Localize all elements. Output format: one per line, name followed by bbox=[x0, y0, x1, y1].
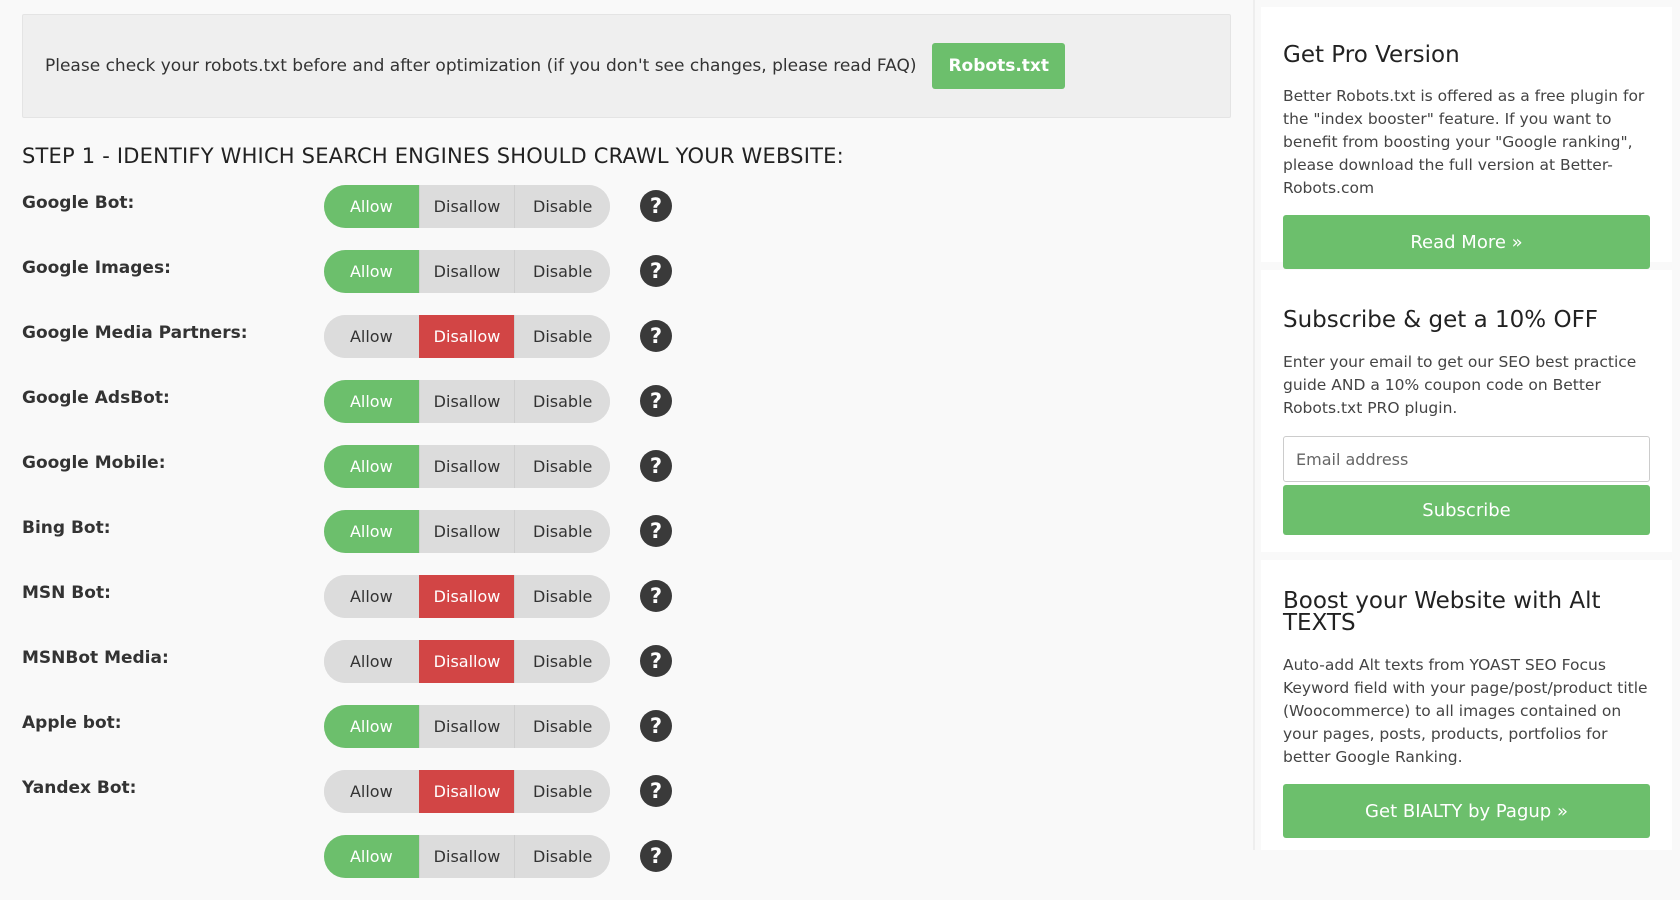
toggle-disallow-option[interactable]: Disallow bbox=[418, 640, 515, 683]
bot-row: Yandex Bot: Allow Disallow Disable? bbox=[22, 770, 1231, 835]
toggle-allow-option[interactable]: Allow bbox=[324, 185, 419, 228]
alt-texts-text: Auto-add Alt texts from YOAST SEO Focus … bbox=[1283, 656, 1648, 766]
toggle-disallow-option[interactable]: Disallow bbox=[418, 510, 515, 553]
bot-row: Allow Disallow Disable? bbox=[22, 835, 1231, 900]
main-content: Please check your robots.txt before and … bbox=[22, 14, 1231, 900]
bot-label: Bing Bot: bbox=[22, 518, 111, 538]
subscribe-button[interactable]: Subscribe bbox=[1283, 485, 1650, 535]
toggle-disable-option[interactable]: Disable bbox=[514, 445, 610, 488]
toggle-allow-option[interactable]: Allow bbox=[324, 575, 419, 618]
bot-label: Google Media Partners: bbox=[22, 323, 248, 343]
help-icon[interactable]: ? bbox=[640, 255, 672, 287]
toggle-allow-option[interactable]: Allow bbox=[324, 770, 419, 813]
bot-label: Google Images: bbox=[22, 258, 171, 278]
bot-row: Google Bot: Allow Disallow Disable? bbox=[22, 185, 1231, 250]
toggle-disallow-option[interactable]: Disallow bbox=[418, 575, 515, 618]
bot-label: Yandex Bot: bbox=[22, 778, 137, 798]
bot-label: MSNBot Media: bbox=[22, 648, 169, 668]
help-icon[interactable]: ? bbox=[640, 775, 672, 807]
bot-row: Google Media Partners: Allow Disallow Disab… bbox=[22, 315, 1231, 380]
toggle-disable-option[interactable]: Disable bbox=[514, 575, 610, 618]
toggle-disallow-option[interactable]: Disallow bbox=[418, 315, 515, 358]
email-field[interactable] bbox=[1283, 436, 1650, 482]
help-icon[interactable]: ? bbox=[640, 580, 672, 612]
bot-row: Google AdsBot: Allow Disallow Disable? bbox=[22, 380, 1231, 445]
toggle-disable-option[interactable]: Disable bbox=[514, 640, 610, 683]
toggle-allow-option[interactable]: Allow bbox=[324, 510, 419, 553]
subscribe-title: Subscribe & get a 10% OFF bbox=[1283, 307, 1599, 333]
alt-texts-title: Boost your Website with Alt TEXTS bbox=[1283, 588, 1601, 636]
pro-version-widget: Get Pro Version Better Robots.txt is off… bbox=[1261, 7, 1672, 269]
help-icon[interactable]: ? bbox=[640, 840, 672, 872]
toggle-disable-option[interactable]: Disable bbox=[514, 705, 610, 748]
bot-row: Google Images: Allow Disallow Disable? bbox=[22, 250, 1231, 315]
crawl-toggle: Allow Disallow Disable bbox=[324, 835, 610, 878]
step-1-heading: STEP 1 - IDENTIFY WHICH SEARCH ENGINES S… bbox=[22, 144, 844, 168]
pro-version-title: Get Pro Version bbox=[1283, 42, 1460, 68]
help-icon[interactable]: ? bbox=[640, 515, 672, 547]
toggle-disallow-option[interactable]: Disallow bbox=[418, 705, 515, 748]
crawl-toggle: Allow Disallow Disable bbox=[324, 250, 610, 293]
toggle-disable-option[interactable]: Disable bbox=[514, 380, 610, 423]
help-icon[interactable]: ? bbox=[640, 320, 672, 352]
crawl-toggle: Allow Disallow Disable bbox=[324, 380, 610, 423]
bot-row: MSN Bot: Allow Disallow Disable? bbox=[22, 575, 1231, 640]
crawl-toggle: Allow Disallow Disable bbox=[324, 185, 610, 228]
toggle-allow-option[interactable]: Allow bbox=[324, 640, 419, 683]
toggle-disable-option[interactable]: Disable bbox=[514, 770, 610, 813]
toggle-allow-option[interactable]: Allow bbox=[324, 380, 419, 423]
crawl-toggle: Allow Disallow Disable bbox=[324, 705, 610, 748]
toggle-allow-option[interactable]: Allow bbox=[324, 315, 419, 358]
crawl-toggle: Allow Disallow Disable bbox=[324, 510, 610, 553]
get-bialty-button[interactable]: Get BIALTY by Pagup » bbox=[1283, 784, 1650, 838]
toggle-disable-option[interactable]: Disable bbox=[514, 315, 610, 358]
crawl-toggle: Allow Disallow Disable bbox=[324, 315, 610, 358]
toggle-disallow-option[interactable]: Disallow bbox=[418, 835, 515, 878]
toggle-disallow-option[interactable]: Disallow bbox=[418, 250, 515, 293]
help-icon[interactable]: ? bbox=[640, 385, 672, 417]
bot-label: MSN Bot: bbox=[22, 583, 111, 603]
bot-row: MSNBot Media: Allow Disallow Disable? bbox=[22, 640, 1231, 705]
help-icon[interactable]: ? bbox=[640, 710, 672, 742]
toggle-allow-option[interactable]: Allow bbox=[324, 250, 419, 293]
alt-texts-widget: Boost your Website with Alt TEXTS Auto-a… bbox=[1261, 560, 1672, 850]
notice-text: Please check your robots.txt before and … bbox=[45, 56, 917, 76]
help-icon[interactable]: ? bbox=[640, 645, 672, 677]
bot-label: Google Mobile: bbox=[22, 453, 166, 473]
bot-label: Google Bot: bbox=[22, 193, 135, 213]
read-more-button[interactable]: Read More » bbox=[1283, 215, 1650, 269]
toggle-disallow-option[interactable]: Disallow bbox=[418, 445, 515, 488]
subscribe-widget: Subscribe & get a 10% OFF Enter your ema… bbox=[1261, 270, 1672, 552]
toggle-disallow-option[interactable]: Disallow bbox=[418, 185, 515, 228]
help-icon[interactable]: ? bbox=[640, 190, 672, 222]
pro-version-text: Better Robots.txt is offered as a free p… bbox=[1283, 87, 1645, 197]
bot-list: Google Bot: Allow Disallow Disable? Google I… bbox=[22, 185, 1231, 900]
crawl-toggle: Allow Disallow Disable bbox=[324, 445, 610, 488]
bot-row: Apple bot: Allow Disallow Disable? bbox=[22, 705, 1231, 770]
toggle-disallow-option[interactable]: Disallow bbox=[418, 770, 515, 813]
sidebar-divider bbox=[1253, 0, 1255, 850]
bot-row: Google Mobile: Allow Disallow Disable? bbox=[22, 445, 1231, 510]
crawl-toggle: Allow Disallow Disable bbox=[324, 575, 610, 618]
toggle-allow-option[interactable]: Allow bbox=[324, 445, 419, 488]
bot-label: Google AdsBot: bbox=[22, 388, 170, 408]
robots-txt-button[interactable]: Robots.txt bbox=[932, 43, 1066, 89]
toggle-allow-option[interactable]: Allow bbox=[324, 705, 419, 748]
subscribe-text: Enter your email to get our SEO best pra… bbox=[1283, 353, 1637, 417]
crawl-toggle: Allow Disallow Disable bbox=[324, 640, 610, 683]
bot-label: Apple bot: bbox=[22, 713, 122, 733]
toggle-disable-option[interactable]: Disable bbox=[514, 510, 610, 553]
robots-notice: Please check your robots.txt before and … bbox=[22, 14, 1231, 118]
bot-row: Bing Bot: Allow Disallow Disable? bbox=[22, 510, 1231, 575]
toggle-allow-option[interactable]: Allow bbox=[324, 835, 419, 878]
crawl-toggle: Allow Disallow Disable bbox=[324, 770, 610, 813]
toggle-disallow-option[interactable]: Disallow bbox=[418, 380, 515, 423]
toggle-disable-option[interactable]: Disable bbox=[514, 835, 610, 878]
help-icon[interactable]: ? bbox=[640, 450, 672, 482]
toggle-disable-option[interactable]: Disable bbox=[514, 185, 610, 228]
toggle-disable-option[interactable]: Disable bbox=[514, 250, 610, 293]
